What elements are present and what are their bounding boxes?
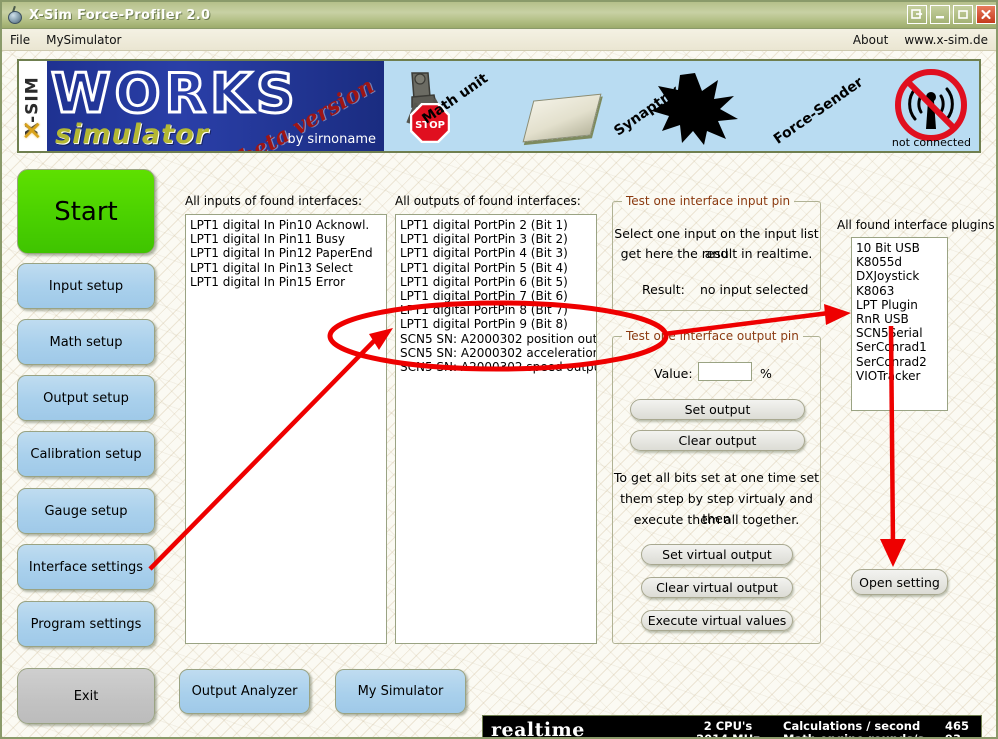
open-setting-button[interactable]: Open setting bbox=[851, 569, 948, 595]
chip-icon bbox=[523, 94, 602, 143]
burst-icon bbox=[652, 73, 738, 145]
close-icon[interactable] bbox=[976, 5, 996, 24]
plugins-panel-label: All found interface plugins: bbox=[837, 218, 996, 232]
benchmark-logo-realtime: realtime bbox=[491, 719, 585, 737]
benchmark-metric-value: 93 bbox=[945, 733, 975, 737]
banner-subtitle: simulator bbox=[55, 119, 209, 150]
window-controls bbox=[907, 5, 996, 24]
benchmark-metric-values: 465 93 0 0 bbox=[945, 720, 975, 737]
not-connected-icon bbox=[893, 67, 969, 143]
list-item[interactable]: SCN5 SN: A2000302 speed output bbox=[400, 360, 592, 374]
list-item[interactable]: LPT1 digital In Pin13 Select bbox=[190, 261, 382, 275]
list-item[interactable]: LPT1 digital PortPin 3 (Bit 2) bbox=[400, 232, 592, 246]
sidebar-item-calibration-setup[interactable]: Calibration setup bbox=[17, 431, 155, 477]
app-icon bbox=[6, 6, 24, 24]
set-output-button[interactable]: Set output bbox=[630, 399, 805, 420]
test-input-result-label: Result: bbox=[642, 282, 685, 297]
list-item[interactable]: LPT1 digital In Pin12 PaperEnd bbox=[190, 246, 382, 260]
test-output-pin-group: Test one interface output pin Value: % S… bbox=[612, 336, 821, 644]
list-item[interactable]: LPT1 digital PortPin 2 (Bit 1) bbox=[400, 218, 592, 232]
plugins-listbox[interactable]: 10 Bit USB K8055d DXJoystick K8063 LPT P… bbox=[851, 237, 948, 411]
banner-modules-panel: STOP Math unit Synaptrix Force-Sender bbox=[384, 61, 979, 151]
banner-title: WORKS bbox=[51, 67, 299, 121]
value-input[interactable] bbox=[698, 362, 752, 381]
test-input-hint-line2: get here the result in realtime. bbox=[613, 244, 820, 264]
menu-bar: File MySimulator About www.x-sim.de bbox=[2, 29, 998, 51]
outputs-panel-label: All outputs of found interfaces: bbox=[395, 194, 581, 208]
banner-x-glyph: ✕ bbox=[21, 119, 43, 145]
benchmark-metric-names: Calculations / second Math engine rounds… bbox=[783, 720, 943, 737]
list-item[interactable]: SCN5 SN: A2000302 position out bbox=[400, 332, 592, 346]
list-item[interactable]: SerConrad2 bbox=[856, 355, 943, 369]
sidebar-item-program-settings[interactable]: Program settings bbox=[17, 601, 155, 647]
sidebar-item-input-setup[interactable]: Input setup bbox=[17, 263, 155, 309]
sidebar-item-exit[interactable]: Exit bbox=[17, 668, 155, 724]
outputs-listbox[interactable]: LPT1 digital PortPin 2 (Bit 1) LPT1 digi… bbox=[395, 214, 597, 644]
list-item[interactable]: 10 Bit USB bbox=[856, 241, 943, 255]
benchmark-cpu-speed: 2014 MHz bbox=[683, 733, 773, 737]
list-item[interactable]: DXJoystick bbox=[856, 269, 943, 283]
test-input-pin-group: Test one interface input pin Select one … bbox=[612, 201, 821, 311]
list-item[interactable]: SCN5Serial bbox=[856, 326, 943, 340]
test-input-result-value: no input selected bbox=[700, 282, 808, 297]
sidebar-item-interface-settings[interactable]: Interface settings bbox=[17, 544, 155, 590]
list-item[interactable]: LPT1 digital In Pin10 Acknowl. bbox=[190, 218, 382, 232]
client-area: X-SIM ✕ WORKS simulator beta version by … bbox=[2, 51, 996, 737]
inputs-panel-label: All inputs of found interfaces: bbox=[185, 194, 362, 208]
connection-status-label: not connected bbox=[892, 136, 971, 149]
title-bar: X-Sim Force-Profiler 2.0 bbox=[2, 2, 998, 29]
virtual-hint-line3: execute them all together. bbox=[613, 510, 820, 530]
menu-about[interactable]: About bbox=[845, 31, 896, 49]
inputs-listbox[interactable]: LPT1 digital In Pin10 Acknowl. LPT1 digi… bbox=[185, 214, 387, 644]
list-item[interactable]: LPT1 digital In Pin11 Busy bbox=[190, 232, 382, 246]
list-item[interactable]: RnR USB bbox=[856, 312, 943, 326]
clear-output-button[interactable]: Clear output bbox=[630, 430, 805, 451]
list-item[interactable]: LPT1 digital PortPin 4 (Bit 3) bbox=[400, 246, 592, 260]
maximize-icon[interactable] bbox=[953, 5, 973, 24]
sidebar-item-gauge-setup[interactable]: Gauge setup bbox=[17, 488, 155, 534]
benchmark-system-stats: 2 CPU's 2014 MHz 52.8% usage Devices: 2 bbox=[683, 720, 773, 737]
list-item[interactable]: SerConrad1 bbox=[856, 340, 943, 354]
window-title: X-Sim Force-Profiler 2.0 bbox=[29, 8, 210, 23]
output-analyzer-button[interactable]: Output Analyzer bbox=[179, 669, 310, 714]
sidebar-item-output-setup[interactable]: Output setup bbox=[17, 375, 155, 421]
list-item[interactable]: K8055d bbox=[856, 255, 943, 269]
list-item[interactable]: VIOTracker bbox=[856, 369, 943, 383]
banner-author: by sirnoname bbox=[287, 132, 376, 147]
restore-icon[interactable] bbox=[907, 5, 927, 24]
menu-file[interactable]: File bbox=[2, 31, 38, 49]
list-item[interactable]: LPT1 digital In Pin15 Error bbox=[190, 275, 382, 289]
banner-module-force-sender: Force-Sender bbox=[771, 74, 866, 147]
execute-virtual-values-button[interactable]: Execute virtual values bbox=[641, 610, 793, 631]
benchmark-metric-name: Math engine rounds/s bbox=[783, 733, 943, 737]
list-item[interactable]: LPT1 digital PortPin 8 (Bit 7) bbox=[400, 303, 592, 317]
virtual-hint-line1: To get all bits set at one time set bbox=[613, 468, 820, 488]
list-item[interactable]: LPT1 digital PortPin 6 (Bit 5) bbox=[400, 275, 592, 289]
menu-mysimulator[interactable]: MySimulator bbox=[38, 31, 129, 49]
sidebar-item-math-setup[interactable]: Math setup bbox=[17, 319, 155, 365]
list-item[interactable]: LPT1 digital PortPin 7 (Bit 6) bbox=[400, 289, 592, 303]
list-item[interactable]: K8063 bbox=[856, 284, 943, 298]
list-item[interactable]: SCN5 SN: A2000302 acceleration bbox=[400, 346, 592, 360]
clear-virtual-output-button[interactable]: Clear virtual output bbox=[641, 577, 793, 598]
my-simulator-button[interactable]: My Simulator bbox=[335, 669, 466, 714]
menu-website-link[interactable]: www.x-sim.de bbox=[896, 31, 996, 49]
sidebar-item-start[interactable]: Start bbox=[17, 169, 155, 254]
list-item[interactable]: LPT1 digital PortPin 9 (Bit 8) bbox=[400, 317, 592, 331]
list-item[interactable]: LPT1 digital PortPin 5 (Bit 4) bbox=[400, 261, 592, 275]
banner-logo-panel: X-SIM ✕ WORKS simulator beta version by … bbox=[19, 61, 384, 151]
test-output-pin-legend: Test one interface output pin bbox=[622, 329, 803, 343]
header-banner: X-SIM ✕ WORKS simulator beta version by … bbox=[17, 59, 981, 153]
test-input-pin-legend: Test one interface input pin bbox=[622, 194, 794, 208]
percent-label: % bbox=[760, 366, 772, 381]
value-label: Value: bbox=[654, 366, 693, 381]
benchmark-panel: realtime Benchmark 2 CPU's 2014 MHz 52.8… bbox=[482, 715, 982, 737]
application-window: X-Sim Force-Profiler 2.0 File MySimulato… bbox=[0, 0, 998, 739]
minimize-icon[interactable] bbox=[930, 5, 950, 24]
set-virtual-output-button[interactable]: Set virtual output bbox=[641, 544, 793, 565]
list-item[interactable]: LPT Plugin bbox=[856, 298, 943, 312]
banner-xsim-strip: X-SIM ✕ bbox=[19, 61, 47, 151]
menu-bar-right: About www.x-sim.de bbox=[845, 29, 996, 51]
